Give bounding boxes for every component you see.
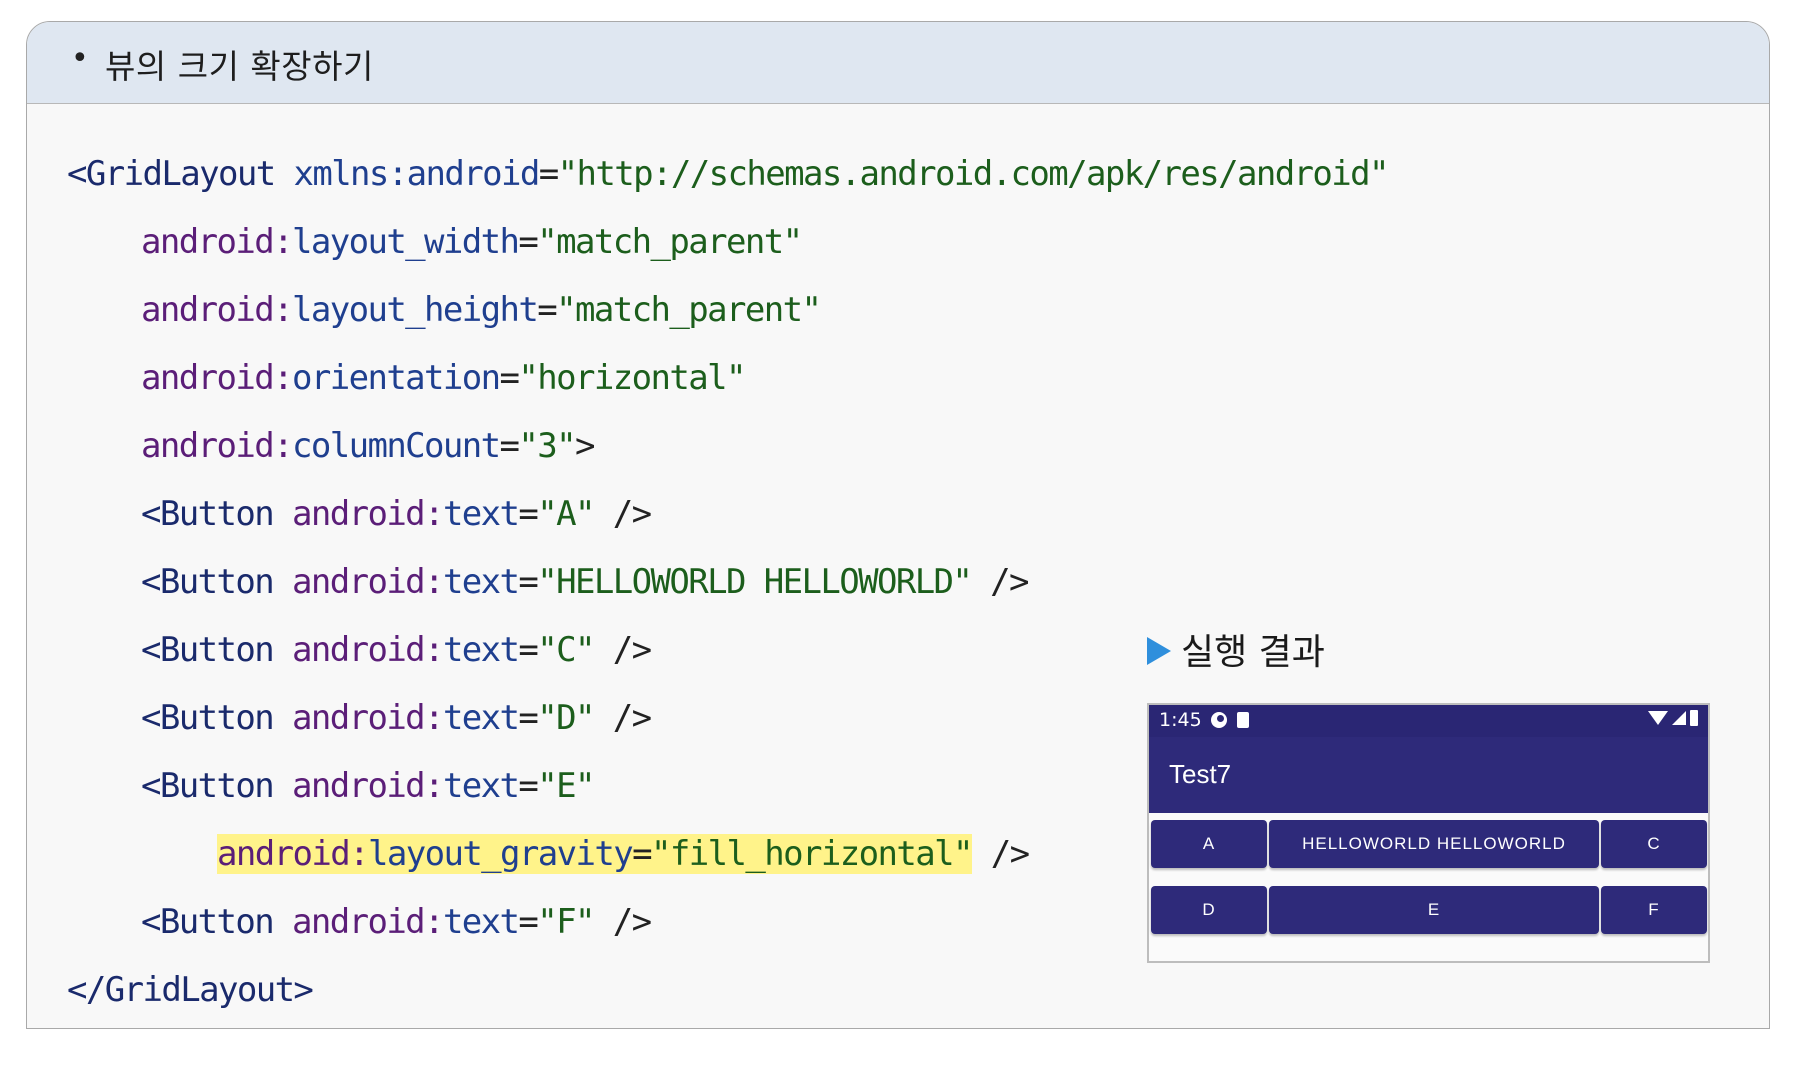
result-heading: 실행 결과 — [1147, 623, 1325, 675]
code-line: <Button android:text="HELLOWORLD HELLOWO… — [67, 548, 1388, 616]
attr-name: text — [442, 630, 520, 670]
result-label: 실행 결과 — [1181, 632, 1325, 673]
tag-close: </GridLayout> — [67, 970, 314, 1010]
code-line: <Button android:text="A" /> — [67, 480, 1388, 548]
attr-namespace: android: — [291, 562, 445, 602]
attr-namespace: android: — [141, 222, 294, 262]
equals: = — [518, 630, 538, 670]
attr-value: "match_parent" — [537, 222, 803, 262]
attr-value: "horizontal" — [518, 358, 746, 398]
status-bar: 1:45 — [1149, 705, 1708, 737]
attr-name: columnCount — [291, 426, 501, 466]
attr-value: "fill_horizontal" — [651, 834, 973, 874]
attr-namespace: android: — [141, 290, 294, 330]
signal-icon — [1672, 711, 1686, 725]
bullet: • — [71, 41, 89, 76]
attr-value: "http://schemas.android.com/apk/res/andr… — [557, 154, 1390, 194]
code-line: android:columnCount="3"> — [67, 412, 1388, 480]
tag-open: <Button — [141, 630, 275, 670]
attr-name: text — [442, 698, 520, 738]
notification-icon — [1211, 712, 1227, 728]
attr-name: text — [442, 562, 520, 602]
equals: = — [518, 494, 538, 534]
equals: = — [537, 290, 557, 330]
attr-value: "D" — [537, 698, 595, 738]
tag-open: <Button — [141, 902, 275, 942]
tag-close: > — [575, 426, 595, 466]
equals: = — [518, 222, 538, 262]
attr-value: "C" — [537, 630, 595, 670]
attr-value: "match_parent" — [556, 290, 822, 330]
code-line: <GridLayout xmlns:android="http://schema… — [67, 140, 1390, 208]
button-helloworld[interactable]: HELLOWORLD HELLOWORLD — [1269, 820, 1599, 868]
battery-icon — [1690, 710, 1698, 726]
equals: = — [518, 562, 538, 602]
attr-name: text — [442, 902, 520, 942]
tag-open: <Button — [141, 562, 275, 602]
attr-name: text — [442, 766, 520, 806]
app-title: Test7 — [1169, 759, 1232, 789]
attr-name: xmlns:android — [293, 154, 540, 194]
wifi-icon — [1648, 711, 1668, 725]
equals: = — [632, 834, 652, 874]
attr-namespace: android: — [291, 766, 445, 806]
tag-self-close: /> — [593, 494, 652, 534]
attr-namespace: android: — [291, 630, 445, 670]
code-line: android:layout_height="match_parent" — [67, 276, 1388, 344]
button-a[interactable]: A — [1151, 820, 1267, 868]
tag-open: <Button — [141, 766, 275, 806]
attr-namespace: android: — [291, 902, 445, 942]
equals: = — [518, 698, 538, 738]
status-time: 1:45 — [1159, 709, 1202, 731]
attr-value: "E" — [537, 766, 595, 806]
button-e[interactable]: E — [1269, 886, 1599, 934]
attr-namespace: android: — [291, 698, 445, 738]
attr-name: layout_height — [291, 290, 539, 330]
section-title: 뷰의 크기 확장하기 — [105, 47, 374, 86]
equals: = — [499, 358, 520, 398]
equals: = — [499, 426, 520, 466]
tag-open: <GridLayout — [67, 154, 276, 194]
tag-open: <Button — [141, 698, 275, 738]
card-header: • 뷰의 크기 확장하기 — [27, 22, 1769, 104]
attr-value: "A" — [537, 494, 595, 534]
attr-namespace: android: — [291, 494, 445, 534]
attr-namespace: android: — [141, 426, 294, 466]
app-bar: Test7 — [1149, 737, 1708, 813]
attr-name: text — [442, 494, 520, 534]
attr-value: "3" — [518, 426, 576, 466]
attr-name: layout_gravity — [367, 834, 634, 874]
attr-name: layout_width — [291, 222, 520, 262]
tag-self-close: /> — [593, 630, 652, 670]
tag-self-close: /> — [971, 834, 1030, 874]
code-example-card: • 뷰의 크기 확장하기 <GridLayout xmlns:android="… — [26, 21, 1770, 1029]
tag-self-close: /> — [971, 562, 1029, 602]
triangle-bullet-icon — [1147, 637, 1171, 665]
attr-name: orientation — [291, 358, 501, 398]
status-indicators — [1648, 710, 1698, 726]
button-f[interactable]: F — [1601, 886, 1707, 934]
equals: = — [538, 154, 559, 194]
code-line: </GridLayout> — [67, 956, 1388, 1024]
tag-self-close: /> — [593, 902, 652, 942]
code-line: android:orientation="horizontal" — [67, 344, 1388, 412]
attr-namespace: android: — [217, 834, 370, 874]
tag-open: <Button — [141, 494, 275, 534]
button-c[interactable]: C — [1601, 820, 1707, 868]
equals: = — [518, 766, 538, 806]
phone-screenshot: 1:45 Test7 A HELLOWORLD HELLOWORLD C D E… — [1147, 703, 1710, 963]
equals: = — [518, 902, 538, 942]
code-line: android:layout_width="match_parent" — [67, 208, 1388, 276]
tag-self-close: /> — [593, 698, 652, 738]
attr-value: "HELLOWORLD HELLOWORLD" — [537, 562, 973, 602]
attr-namespace: android: — [141, 358, 294, 398]
button-d[interactable]: D — [1151, 886, 1267, 934]
highlighted-attribute: android:layout_gravity="fill_horizontal" — [217, 834, 973, 874]
sd-card-icon — [1237, 712, 1249, 728]
attr-value: "F" — [537, 902, 595, 942]
